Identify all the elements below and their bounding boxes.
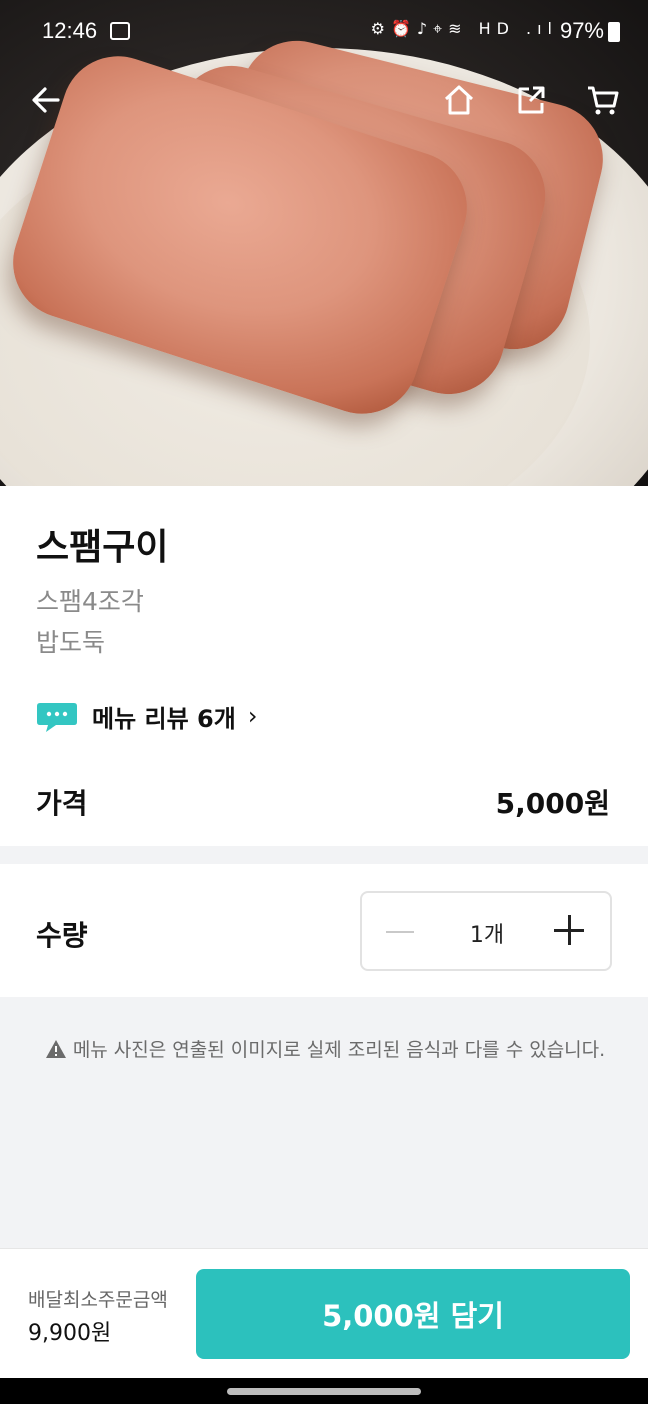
menu-review-label: 메뉴 리뷰 6개 (92, 704, 236, 733)
status-icons: ⚙⏰♪⌖≋ HD .ıl (370, 19, 558, 38)
photo-disclaimer: 메뉴 사진은 연출된 이미지로 실제 조리된 음식과 다를 수 있습니다. (40, 1034, 610, 1066)
chevron-right-icon: › (247, 702, 258, 730)
disclaimer-text: 메뉴 사진은 연출된 이미지로 실제 조리된 음식과 다를 수 있습니다. (72, 1039, 606, 1061)
status-bar: 12:46 ⚙⏰♪⌖≋ HD .ıl 97% (0, 0, 648, 62)
price-label: 가격 (36, 787, 88, 820)
add-to-cart-button[interactable]: 5,000원 담기 (196, 1269, 630, 1359)
decrease-button[interactable] (386, 931, 414, 933)
top-navigation (0, 78, 648, 122)
warning-icon (45, 1040, 66, 1058)
product-title: 스팸구이 (36, 527, 169, 568)
menu-review-link[interactable]: 메뉴 리뷰 6개 › (36, 696, 257, 736)
min-order-value: 9,900원 (28, 1321, 112, 1346)
price-value: 5,000원 (495, 787, 610, 820)
status-time: 12:46 (42, 18, 98, 43)
home-gesture-bar[interactable] (227, 1388, 421, 1395)
min-order-label: 배달최소주문금액 (28, 1289, 168, 1311)
home-icon (444, 85, 474, 115)
product-photo: 12:46 ⚙⏰♪⌖≋ HD .ıl 97% (0, 0, 648, 486)
share-button[interactable] (509, 78, 553, 122)
menu-detail-screen: 12:46 ⚙⏰♪⌖≋ HD .ıl 97% 스팸구이 스팸4조각 밥도둑 메뉴… (0, 0, 648, 1378)
product-info: 스팸구이 스팸4조각 밥도둑 메뉴 리뷰 6개 › 가격 5,000원 (0, 486, 648, 846)
cart-icon (588, 86, 619, 115)
chat-bubble-icon (37, 703, 77, 732)
gallery-notification-icon (110, 22, 130, 40)
battery-icon (608, 22, 620, 42)
quantity-stepper: 1개 (360, 891, 612, 971)
bottom-order-bar: 배달최소주문금액 9,900원 5,000원 담기 (0, 1248, 648, 1378)
share-icon (518, 86, 545, 114)
quantity-value: 1개 (469, 923, 505, 948)
quantity-section: 수량 1개 (0, 864, 648, 997)
quantity-label: 수량 (36, 919, 88, 952)
arrow-left-icon (32, 87, 60, 113)
home-button[interactable] (437, 78, 481, 122)
product-description-line: 스팸4조각 (36, 587, 144, 616)
back-button[interactable] (24, 78, 68, 122)
cart-button[interactable] (581, 78, 625, 122)
product-description-line: 밥도둑 (36, 628, 106, 657)
increase-button[interactable] (554, 915, 586, 947)
system-nav-bar (0, 1378, 648, 1404)
battery-percent: 97% (559, 18, 604, 43)
